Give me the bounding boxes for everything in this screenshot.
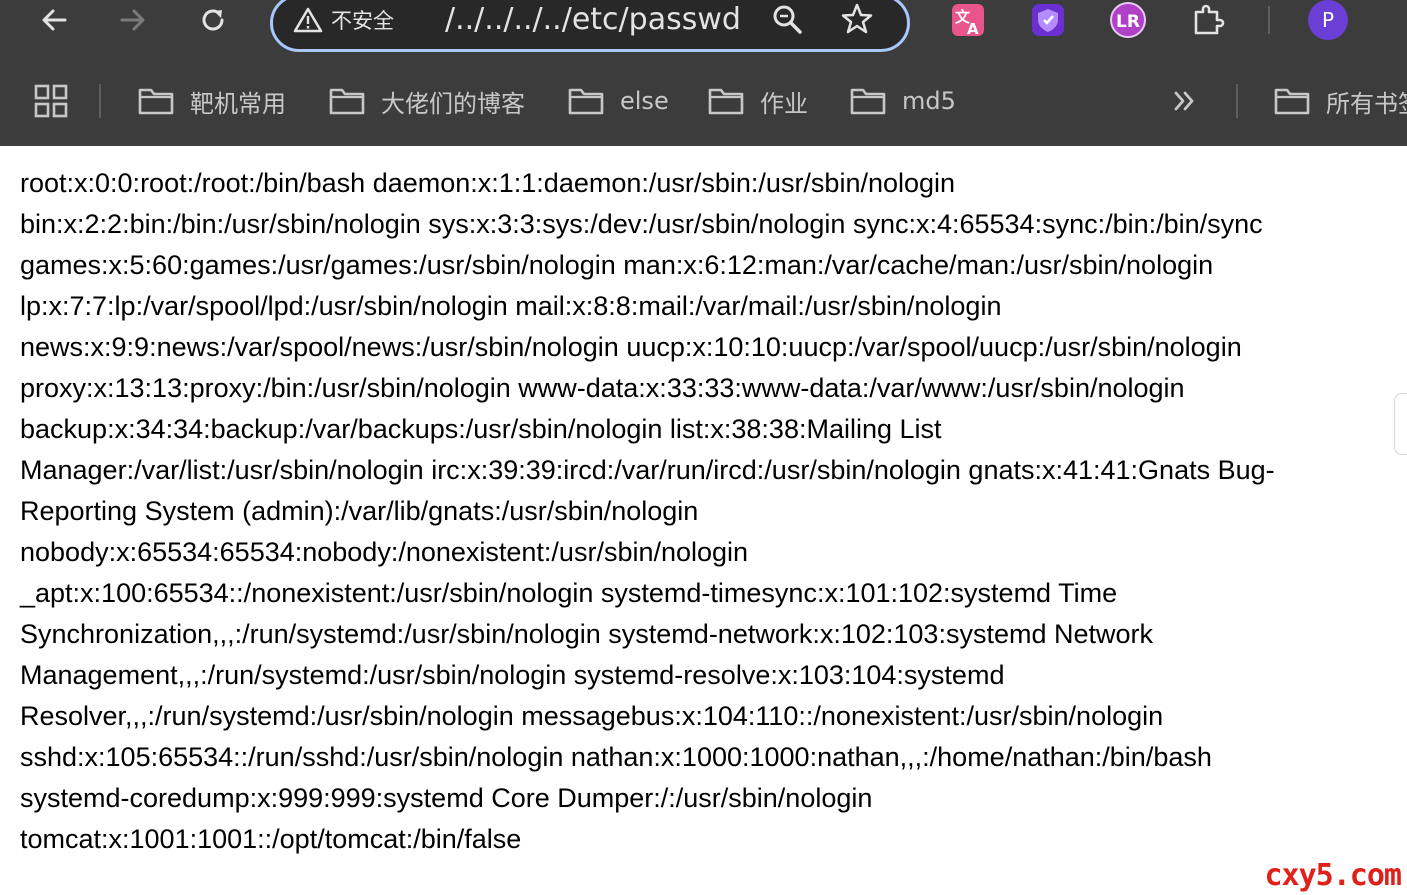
folder-icon bbox=[708, 88, 744, 115]
zoom-button[interactable] bbox=[769, 1, 805, 37]
folder-icon bbox=[329, 88, 365, 115]
folder-icon bbox=[850, 88, 886, 115]
bookmark-folder[interactable]: 作业 bbox=[708, 82, 808, 120]
folder-icon bbox=[1274, 88, 1310, 115]
shield-extension-button[interactable] bbox=[1028, 0, 1068, 40]
translate-icon: 文 A bbox=[952, 4, 984, 38]
text-line: Resolver,,,:/run/systemd:/usr/sbin/nolog… bbox=[20, 701, 1164, 731]
text-line: Manager:/var/list:/usr/sbin/nologin irc:… bbox=[20, 455, 1275, 485]
bookmark-folder[interactable]: md5 bbox=[850, 82, 956, 120]
text-line: _apt:x:100:65534::/nonexistent:/usr/sbin… bbox=[20, 578, 1118, 608]
all-bookmarks-button[interactable]: 所有书签 bbox=[1274, 82, 1407, 120]
text-line: games:x:5:60:games:/usr/games:/usr/sbin/… bbox=[20, 250, 1214, 280]
bookmark-label: else bbox=[620, 87, 669, 115]
avatar: P bbox=[1308, 0, 1348, 40]
security-label: 不安全 bbox=[331, 9, 394, 33]
text-line: nobody:x:65534:65534:nobody:/nonexistent… bbox=[20, 537, 749, 567]
puzzle-icon bbox=[1194, 4, 1225, 35]
warning-icon bbox=[293, 7, 323, 33]
bookmarks-overflow-button[interactable] bbox=[1170, 82, 1200, 120]
text-line: systemd-coredump:x:999:999:systemd Core … bbox=[20, 783, 873, 813]
all-bookmarks-label: 所有书签 bbox=[1326, 89, 1407, 118]
forward-button[interactable] bbox=[111, 0, 155, 40]
bookmark-label: 作业 bbox=[760, 89, 808, 118]
star-icon bbox=[841, 3, 873, 34]
profile-button[interactable]: P bbox=[1308, 0, 1348, 40]
text-line: Synchronization,,,:/run/systemd:/usr/sbi… bbox=[20, 619, 1153, 649]
folder-icon bbox=[138, 88, 174, 115]
browser-toolbar: 不安全 /../../../../etc/passwd 文 A LR P bbox=[0, 0, 1407, 56]
arrow-right-icon bbox=[120, 9, 145, 31]
shield-icon bbox=[1032, 4, 1064, 36]
double-chevron-right-icon bbox=[1174, 91, 1194, 111]
bookmark-label: 大佬们的博客 bbox=[381, 89, 525, 118]
passwd-file-content: root:x:0:0:root:/root:/bin/bash daemon:x… bbox=[20, 163, 1390, 860]
reload-icon bbox=[202, 9, 224, 31]
bookmark-label: 靶机常用 bbox=[190, 89, 286, 118]
bookmarks-divider bbox=[1236, 84, 1238, 118]
watermark: cxy5.com bbox=[1264, 858, 1402, 893]
security-chip[interactable]: 不安全 bbox=[293, 3, 394, 37]
translate-extension-button[interactable]: 文 A bbox=[948, 0, 988, 40]
text-line: proxy:x:13:13:proxy:/bin:/usr/sbin/nolog… bbox=[20, 373, 1185, 403]
arrow-left-icon bbox=[42, 9, 67, 31]
text-line: news:x:9:9:news:/var/spool/news:/usr/sbi… bbox=[20, 332, 1242, 362]
zoom-icon bbox=[773, 5, 802, 34]
back-button[interactable] bbox=[32, 0, 76, 40]
text-line: tomcat:x:1001:1001::/opt/tomcat:/bin/fal… bbox=[20, 824, 522, 854]
url-text[interactable]: /../../../../etc/passwd bbox=[445, 1, 741, 39]
folder-icon bbox=[568, 88, 604, 115]
apps-grid-icon bbox=[34, 84, 68, 118]
text-line: sshd:x:105:65534::/run/sshd:/usr/sbin/no… bbox=[20, 742, 1212, 772]
text-line: bin:x:2:2:bin:/bin:/usr/sbin/nologin sys… bbox=[20, 209, 1263, 239]
bookmark-label: md5 bbox=[902, 87, 956, 115]
svg-text:A: A bbox=[967, 20, 979, 38]
text-line: root:x:0:0:root:/root:/bin/bash daemon:x… bbox=[20, 168, 956, 198]
bookmarks-bar: 靶机常用 大佬们的博客 else 作业 md5 所有书 bbox=[0, 72, 1407, 130]
bookmark-star-button[interactable] bbox=[839, 1, 875, 37]
toolbar-divider bbox=[1268, 6, 1270, 34]
bookmark-folder[interactable]: 靶机常用 bbox=[138, 82, 286, 120]
bookmark-folder[interactable]: 大佬们的博客 bbox=[329, 82, 525, 120]
side-panel-handle[interactable] bbox=[1394, 393, 1407, 455]
reload-button[interactable] bbox=[191, 0, 235, 40]
address-bar[interactable]: 不安全 /../../../../etc/passwd bbox=[270, 0, 910, 52]
browser-chrome: 不安全 /../../../../etc/passwd 文 A LR P 靶机常… bbox=[0, 0, 1407, 146]
svg-text:LR: LR bbox=[1116, 12, 1140, 32]
apps-button[interactable] bbox=[34, 82, 68, 120]
bookmark-folder[interactable]: else bbox=[568, 82, 669, 120]
text-line: lp:x:7:7:lp:/var/spool/lpd:/usr/sbin/nol… bbox=[20, 291, 1002, 321]
lr-extension-button[interactable]: LR bbox=[1108, 0, 1148, 40]
extensions-button[interactable] bbox=[1188, 0, 1228, 40]
lr-logo-icon: LR bbox=[1110, 2, 1146, 38]
text-line: Reporting System (admin):/var/lib/gnats:… bbox=[20, 496, 699, 526]
text-line: Management,,,:/run/systemd:/usr/sbin/nol… bbox=[20, 660, 1005, 690]
text-line: backup:x:34:34:backup:/var/backups:/usr/… bbox=[20, 414, 942, 444]
bookmarks-divider bbox=[99, 84, 101, 118]
